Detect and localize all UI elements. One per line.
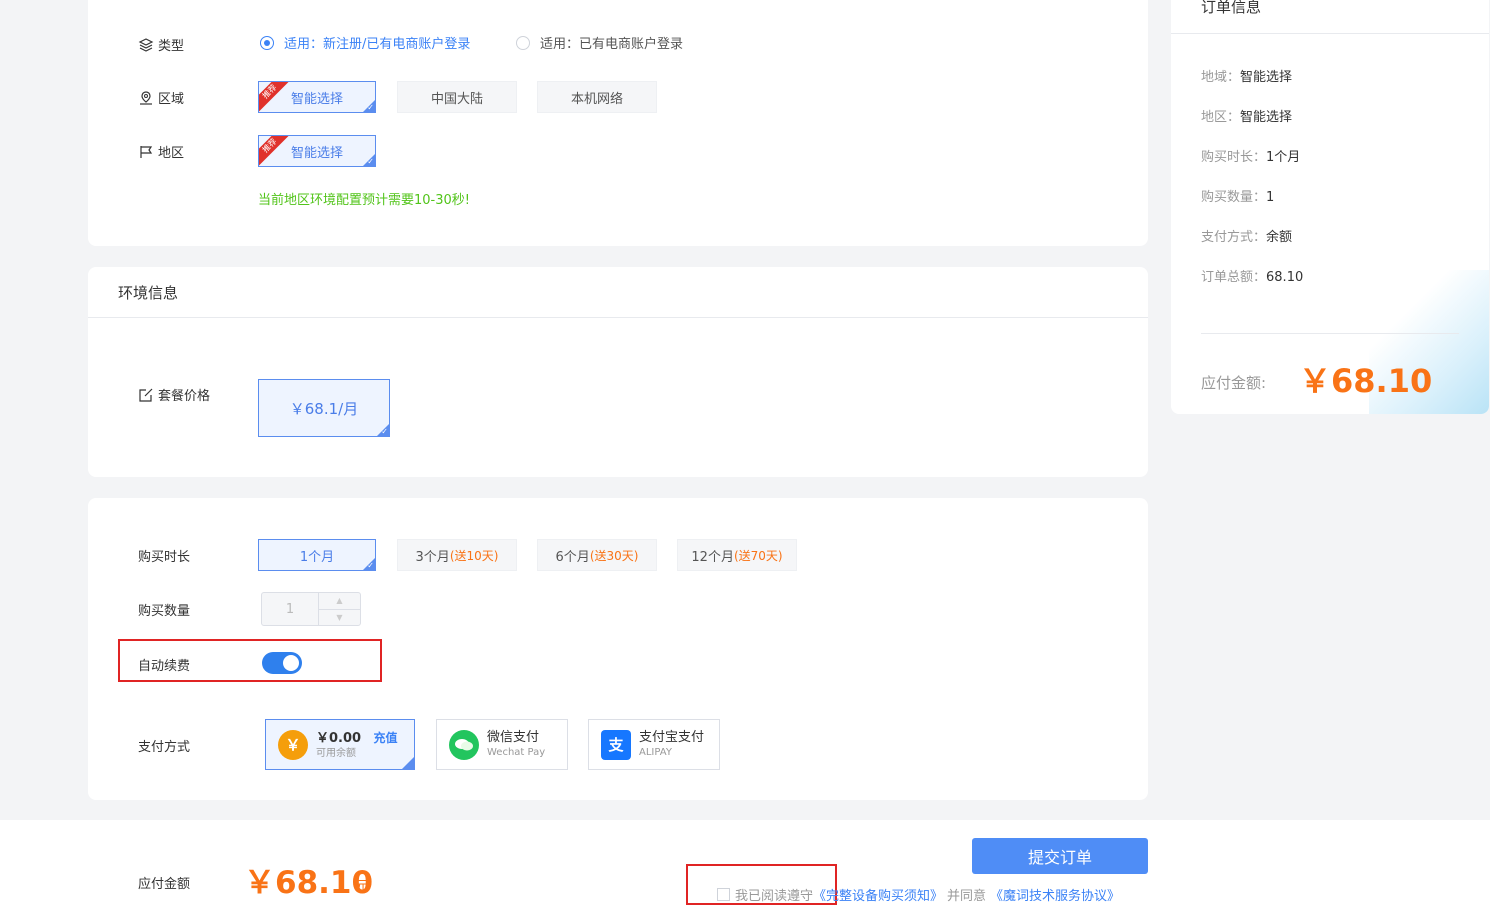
radio-unchecked[interactable] <box>516 35 530 50</box>
type-option-existing[interactable]: 适用：已有电商账户登录 <box>516 33 683 52</box>
chevron-down-icon[interactable]: ▼ <box>319 610 360 626</box>
area-option-smart[interactable]: 推荐 智能选择 ✓ <box>258 135 376 167</box>
config-card: 类型 适用：新注册/已有电商账户登录 适用：已有电商账户登录 区域 推荐 智能选… <box>88 0 1148 246</box>
purchase-card: 购买时长 1个月 ✓ 3个月 (送10天) 6个月 (送30天) 12个月 (送70天… <box>88 498 1148 800</box>
purchase-notice-link[interactable]: 《完整设备购买须知》 <box>813 885 943 904</box>
order-payable-label: 应付金额: <box>1201 374 1267 392</box>
config-notice: 当前地区环境配置预计需要10-30秒! <box>258 193 470 208</box>
pay-option-alipay[interactable]: 支 支付宝支付 ALIPAY <box>588 719 720 770</box>
package-row-label: 套餐价格 <box>138 385 210 404</box>
chevron-up-icon[interactable]: ▲ <box>319 593 360 610</box>
duration-option-12m[interactable]: 12个月 (送70天) <box>677 539 797 571</box>
region-option-smart[interactable]: 推荐 智能选择 ✓ <box>258 81 376 113</box>
pay-option-balance[interactable]: ￥ ￥0.00 充值 可用余额 <box>265 719 415 770</box>
edit-box-icon <box>139 388 153 402</box>
layers-icon <box>138 37 154 52</box>
order-row-area: 地区：智能选择 <box>1201 110 1293 125</box>
order-row-quantity: 购买数量：1 <box>1201 190 1275 205</box>
recommend-ribbon: 推荐 <box>259 136 292 166</box>
quantity-stepper[interactable]: 1 ▲ ▼ <box>261 592 361 626</box>
footer-price: ￥68.10 <box>244 865 374 901</box>
service-agreement-link[interactable]: 《魔词技术服务协议》 <box>990 885 1120 904</box>
recommend-ribbon: 推荐 <box>259 82 292 112</box>
location-pin-icon <box>140 90 152 105</box>
order-row-duration: 购买时长：1个月 <box>1201 150 1301 165</box>
quantity-label: 购买数量 <box>138 604 191 619</box>
env-title: 环境信息 <box>88 267 1148 318</box>
duration-option-1m[interactable]: 1个月 ✓ <box>258 539 376 571</box>
auto-renew-toggle[interactable] <box>262 652 302 674</box>
package-option[interactable]: ￥68.1/月 ✓ <box>258 379 390 437</box>
type-row-label: 类型 <box>138 35 184 54</box>
duration-option-3m[interactable]: 3个月 (送10天) <box>397 539 517 571</box>
yuan-coin-icon: ￥ <box>278 729 308 760</box>
region-option-mainland[interactable]: 中国大陆 <box>397 81 517 113</box>
order-panel: 订单信息 地域：智能选择 地区：智能选择 购买时长：1个月 购买数量：1 支付方… <box>1171 0 1489 414</box>
agreement-row: 我已阅读遵守 《完整设备购买须知》 并同意 《魔词技术服务协议》 <box>717 885 1120 904</box>
check-icon: ✓ <box>367 561 374 570</box>
wechat-icon <box>449 729 479 760</box>
divider <box>1201 333 1459 334</box>
agree-checkbox[interactable] <box>717 888 730 901</box>
footer-payable-label: 应付金额 <box>138 877 191 892</box>
area-row-label: 地区 <box>138 142 184 161</box>
auto-renew-label: 自动续费 <box>138 659 191 674</box>
pay-method-label: 支付方式 <box>138 740 191 755</box>
check-icon: ✓ <box>381 427 388 436</box>
check-icon: ✓ <box>367 103 374 112</box>
submit-order-button[interactable]: 提交订单 <box>972 838 1148 874</box>
order-row-payment: 支付方式：余额 <box>1201 230 1293 245</box>
flag-icon <box>140 145 153 158</box>
env-card: 环境信息 套餐价格 ￥68.1/月 ✓ <box>88 267 1148 477</box>
duration-option-6m[interactable]: 6个月 (送30天) <box>537 539 657 571</box>
order-title: 订单信息 <box>1171 0 1489 34</box>
alipay-icon: 支 <box>601 729 631 760</box>
quantity-value[interactable]: 1 <box>262 593 318 625</box>
footer-bar: 应付金额 ￥68.10 元 提交订单 我已阅读遵守 《完整设备购买须知》 并同意… <box>0 820 1490 914</box>
region-row-label: 区域 <box>138 88 184 107</box>
order-row-total: 订单总额：68.10 <box>1201 270 1304 285</box>
type-option-new[interactable]: 适用：新注册/已有电商账户登录 <box>260 33 470 52</box>
order-payable-value: ￥68.10 <box>1299 362 1433 400</box>
pay-option-wechat[interactable]: 微信支付 Wechat Pay <box>436 719 568 770</box>
radio-checked[interactable] <box>260 35 274 50</box>
order-row-region: 地域：智能选择 <box>1201 70 1293 85</box>
recharge-link[interactable]: 充值 <box>373 731 397 745</box>
check-icon: ✓ <box>367 157 374 166</box>
region-option-local[interactable]: 本机网络 <box>537 81 657 113</box>
footer-unit: 元 <box>355 879 369 894</box>
duration-label: 购买时长 <box>138 550 191 565</box>
